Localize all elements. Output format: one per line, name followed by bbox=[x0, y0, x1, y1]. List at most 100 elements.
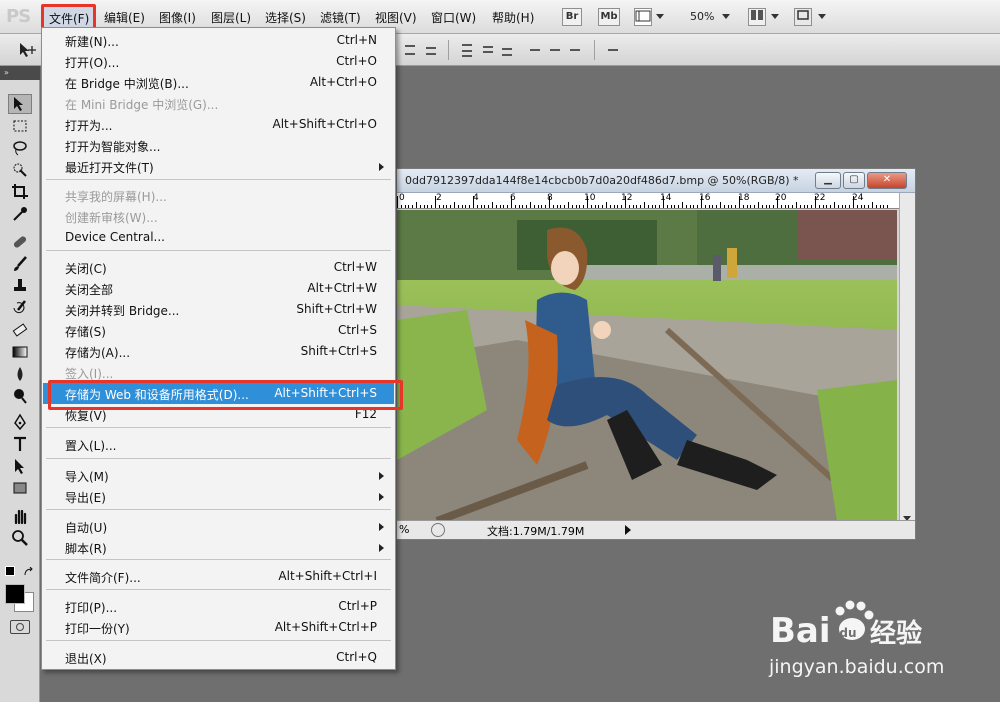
menu-item-close-and-go-to-bridge[interactable]: 关闭并转到 Bridge... Shift+Ctrl+W bbox=[43, 299, 394, 320]
ruler-tick bbox=[822, 205, 824, 208]
menu-filter[interactable]: 滤镜(T) bbox=[320, 9, 361, 26]
menu-item-close[interactable]: 关闭(C) Ctrl+W bbox=[43, 257, 394, 278]
default-colors-icon[interactable] bbox=[5, 566, 15, 576]
chevron-down-icon[interactable] bbox=[722, 14, 730, 19]
marquee-tool-icon[interactable] bbox=[8, 116, 32, 136]
menu-item-open-as[interactable]: 打开为... Alt+Shift+Ctrl+O bbox=[43, 114, 394, 135]
menu-item-place[interactable]: 置入(L)... bbox=[43, 434, 394, 455]
history-brush-tool-icon[interactable] bbox=[8, 298, 32, 318]
menu-view[interactable]: 视图(V) bbox=[375, 9, 417, 26]
menu-layer[interactable]: 图层(L) bbox=[211, 9, 251, 26]
ruler-tick bbox=[442, 205, 444, 208]
align-icon[interactable] bbox=[424, 42, 438, 58]
menu-item-print-one-copy[interactable]: 打印一份(Y) Alt+Shift+Ctrl+P bbox=[43, 617, 394, 638]
eraser-tool-icon[interactable] bbox=[8, 320, 32, 340]
bridge-button[interactable]: Br bbox=[562, 8, 582, 26]
clone-stamp-tool-icon[interactable] bbox=[8, 276, 32, 296]
ruler-tick bbox=[803, 205, 805, 208]
blur-tool-icon[interactable] bbox=[8, 364, 32, 384]
menu-item-exit[interactable]: 退出(X) Ctrl+Q bbox=[43, 647, 394, 668]
menu-item-label: 打印一份(Y) bbox=[65, 622, 130, 636]
eyedropper-tool-icon[interactable] bbox=[8, 204, 32, 224]
menu-item-label: 存储(S) bbox=[65, 325, 106, 339]
crop-tool-icon[interactable] bbox=[8, 182, 32, 202]
dodge-tool-icon[interactable] bbox=[8, 386, 32, 406]
auto-align-icon[interactable] bbox=[606, 42, 620, 58]
distribute-icon[interactable] bbox=[460, 42, 474, 58]
zoom-tool-icon[interactable] bbox=[8, 528, 32, 548]
menu-item-browse-in-bridge[interactable]: 在 Bridge 中浏览(B)... Alt+Ctrl+O bbox=[43, 72, 394, 93]
menu-item-import[interactable]: 导入(M) bbox=[43, 465, 394, 486]
status-zoom[interactable]: % bbox=[399, 523, 409, 536]
chevron-down-icon[interactable] bbox=[656, 14, 664, 19]
menu-item-new[interactable]: 新建(N)... Ctrl+N bbox=[43, 30, 394, 51]
status-menu-arrow-icon[interactable] bbox=[625, 525, 631, 535]
menu-item-print[interactable]: 打印(P)... Ctrl+P bbox=[43, 596, 394, 617]
menu-item-scripts[interactable]: 脚本(R) bbox=[43, 537, 394, 558]
shape-tool-icon[interactable] bbox=[8, 478, 32, 498]
ruler-label: 18 bbox=[738, 193, 750, 203]
align-icon[interactable] bbox=[403, 42, 417, 58]
hand-tool-icon[interactable] bbox=[8, 506, 32, 526]
menu-window[interactable]: 窗口(W) bbox=[431, 9, 476, 26]
vertical-scrollbar[interactable] bbox=[899, 193, 915, 521]
close-button[interactable]: ✕ bbox=[867, 172, 907, 189]
zoom-level[interactable]: 50% bbox=[690, 10, 714, 23]
maximize-button[interactable]: ▢ bbox=[843, 172, 865, 189]
distribute-icon[interactable] bbox=[548, 42, 562, 58]
menu-item-open[interactable]: 打开(O)... Ctrl+O bbox=[43, 51, 394, 72]
quick-selection-tool-icon[interactable] bbox=[8, 160, 32, 180]
ruler-tick bbox=[488, 205, 490, 208]
distribute-icon[interactable] bbox=[500, 42, 514, 58]
move-tool-option-icon[interactable] bbox=[18, 42, 38, 61]
menu-item-label: Device Central... bbox=[65, 230, 165, 244]
submenu-arrow-icon bbox=[379, 493, 384, 501]
menu-item-open-as-smart-object[interactable]: 打开为智能对象... bbox=[43, 135, 394, 156]
screen-mode-icon[interactable] bbox=[794, 8, 812, 26]
document-title-bar[interactable]: 0dd7912397dda144f8e14cbcb0b7d0a20df486d7… bbox=[397, 169, 915, 193]
ruler-tick bbox=[845, 205, 847, 208]
canvas-photo[interactable] bbox=[397, 210, 897, 521]
menu-item-device-central[interactable]: Device Central... bbox=[43, 227, 394, 248]
pen-tool-icon[interactable] bbox=[8, 412, 32, 432]
menu-item-export[interactable]: 导出(E) bbox=[43, 486, 394, 507]
menu-item-label: 打开为智能对象... bbox=[65, 140, 161, 154]
distribute-icon[interactable] bbox=[568, 42, 582, 58]
menu-item-label: 自动(U) bbox=[65, 521, 108, 535]
ruler-tick bbox=[503, 205, 505, 208]
menu-item-label: 关闭(C) bbox=[65, 262, 107, 276]
menu-item-file-info[interactable]: 文件简介(F)... Alt+Shift+Ctrl+I bbox=[43, 566, 394, 587]
extras-icon[interactable] bbox=[634, 8, 652, 26]
swap-colors-icon[interactable] bbox=[24, 566, 34, 576]
chevron-down-icon[interactable] bbox=[771, 14, 779, 19]
foreground-color-swatch[interactable] bbox=[5, 584, 25, 604]
ruler-tick bbox=[841, 205, 843, 208]
ruler-tick bbox=[609, 205, 611, 208]
menu-item-automate[interactable]: 自动(U) bbox=[43, 516, 394, 537]
menu-image[interactable]: 图像(I) bbox=[159, 9, 196, 26]
menu-select[interactable]: 选择(S) bbox=[265, 9, 306, 26]
ruler-tick bbox=[674, 205, 676, 208]
chevron-down-icon[interactable] bbox=[818, 14, 826, 19]
menu-item-save[interactable]: 存储(S) Ctrl+S bbox=[43, 320, 394, 341]
status-info-icon[interactable] bbox=[431, 523, 445, 537]
arrange-documents-icon[interactable] bbox=[748, 8, 766, 26]
menu-edit[interactable]: 编辑(E) bbox=[104, 9, 145, 26]
mini-bridge-button[interactable]: Mb bbox=[598, 8, 620, 26]
gradient-tool-icon[interactable] bbox=[8, 342, 32, 362]
healing-brush-tool-icon[interactable] bbox=[8, 232, 32, 252]
distribute-icon[interactable] bbox=[481, 42, 495, 58]
menu-item-close-all[interactable]: 关闭全部 Alt+Ctrl+W bbox=[43, 278, 394, 299]
quick-mask-icon[interactable] bbox=[10, 620, 30, 634]
lasso-tool-icon[interactable] bbox=[8, 138, 32, 158]
path-selection-tool-icon[interactable] bbox=[8, 456, 32, 476]
distribute-icon[interactable] bbox=[528, 42, 542, 58]
menu-help[interactable]: 帮助(H) bbox=[492, 9, 534, 26]
brush-tool-icon[interactable] bbox=[8, 254, 32, 274]
menu-item-recent-files[interactable]: 最近打开文件(T) bbox=[43, 156, 394, 177]
tools-panel-header[interactable]: » bbox=[0, 66, 40, 80]
minimize-button[interactable]: ▁ bbox=[815, 172, 841, 189]
move-tool-icon[interactable] bbox=[8, 94, 32, 114]
menu-item-save-as[interactable]: 存储为(A)... Shift+Ctrl+S bbox=[43, 341, 394, 362]
type-tool-icon[interactable] bbox=[8, 434, 32, 454]
